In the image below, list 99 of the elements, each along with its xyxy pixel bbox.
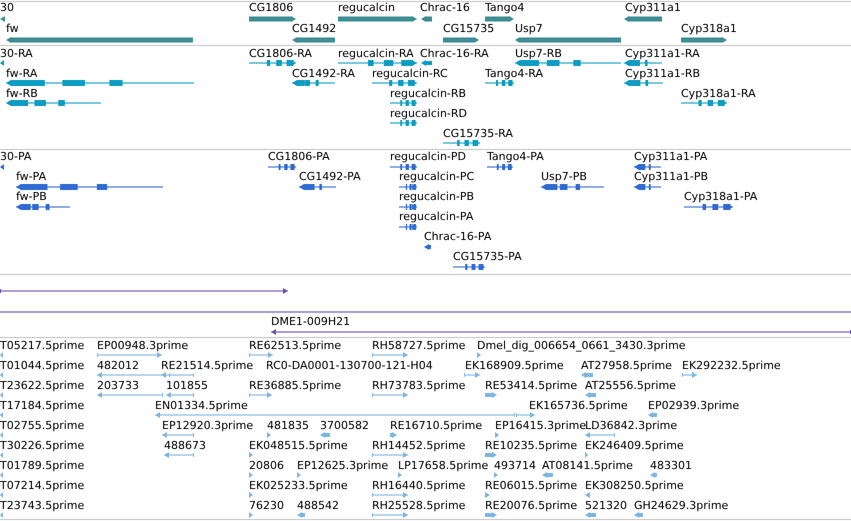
feature-label: regucalcin <box>338 1 395 14</box>
feature-label: Cyp318a1-PA <box>684 190 758 203</box>
feature-label: fw-RA <box>6 67 38 80</box>
feature-label: regucalcin-PA <box>399 210 474 223</box>
feature-label: Usp7 <box>515 22 543 35</box>
feature-label: 483301 <box>650 459 692 472</box>
feature-label: AT25556.5prime <box>585 379 676 392</box>
feature-label: RC0-DA0001-130700-121-H04 <box>266 359 433 372</box>
feature-label: RH14452.5prime <box>372 439 466 452</box>
feature-label: AT27958.5prime <box>581 359 672 372</box>
feature-label: fw-PA <box>16 170 46 183</box>
feature-label: Cyp311a1-PA <box>634 150 708 163</box>
feature-label: CG1806-RA <box>249 47 312 60</box>
feature-label: CG15735-RA <box>443 127 513 140</box>
feature-label: CG15735-PA <box>453 250 522 263</box>
feature-label: T02755.5prime <box>0 419 84 432</box>
feature-label: EP12625.3prime <box>297 459 388 472</box>
feature-label: fw-PB <box>16 190 47 203</box>
feature-label: RH16440.5prime <box>372 479 466 492</box>
feature-label: regucalcin-RD <box>390 107 468 120</box>
feature-label: 30-RA <box>0 47 33 60</box>
feature-label: T23622.5prime <box>0 379 84 392</box>
feature-label: T05217.5prime <box>0 339 84 352</box>
feature-label: RE16710.5prime <box>390 419 482 432</box>
feature-label: Usp7-PB <box>541 170 587 183</box>
feature-label: 101855 <box>166 379 208 392</box>
feature-label: RE53414.5prime <box>485 379 578 392</box>
feature-label: Cyp311a1-RA <box>625 47 700 60</box>
feature-label: T01044.5prime <box>0 359 84 372</box>
feature-label: 3700582 <box>320 419 369 432</box>
feature-label: EP02939.3prime <box>648 399 740 412</box>
feature-label: T23743.5prime <box>0 499 84 512</box>
feature-label: RE21514.5prime <box>161 359 254 372</box>
feature-label: CG1492-PA <box>299 170 361 183</box>
feature-label: EN01334.5prime <box>155 399 248 412</box>
feature-label: 30-PA <box>0 150 32 163</box>
feature-label: RE06015.5prime <box>485 479 578 492</box>
feature-label: 20806 <box>249 459 284 472</box>
feature-label: CG1492-RA <box>292 67 355 80</box>
feature-label: 482012 <box>97 359 139 372</box>
feature-label: Cyp318a1-RA <box>681 87 756 100</box>
feature-label: RE20076.5prime <box>485 499 578 512</box>
feature-label: Cyp318a1 <box>681 22 737 35</box>
feature-label: regucalcin-PC <box>399 170 474 183</box>
feature-label: 488673 <box>164 439 206 452</box>
feature-label: Tango4-RA <box>485 67 544 80</box>
feature-label: T30226.5prime <box>0 439 84 452</box>
feature-label: Usp7-RB <box>515 47 562 60</box>
feature-label: CG1806 <box>249 1 294 14</box>
feature-label: T07214.5prime <box>0 479 84 492</box>
feature-label: CG1492 <box>292 22 336 35</box>
feature-label: Dmel_dig_006654_0661_3430.3prime <box>477 339 686 352</box>
feature-label: Cyp311a1 <box>625 1 681 14</box>
feature-label: regucalcin-RB <box>390 87 466 100</box>
feature-label: EP12920.3prime <box>162 419 254 432</box>
feature-label: AT08141.5prime <box>542 459 633 472</box>
feature-label: regucalcin-PB <box>399 190 474 203</box>
feature-label: 203733 <box>97 379 139 392</box>
feature-label: 493714 <box>494 459 536 472</box>
feature-label: 481835 <box>267 419 309 432</box>
feature-label: Cyp311a1-RB <box>625 67 700 80</box>
feature-label: EK165736.5prime <box>529 399 628 412</box>
feature-label: CG1806-PA <box>268 150 330 163</box>
feature-label: EK308250.5prime <box>585 479 684 492</box>
feature-label: EK025233.5prime <box>249 479 348 492</box>
feature-label: EK246409.5prime <box>585 439 684 452</box>
feature-label: Chrac-16 <box>420 1 470 14</box>
feature-label: regucalcin-RC <box>372 67 448 80</box>
feature-label: 521320 <box>585 499 627 512</box>
feature-label: 76230 <box>249 499 284 512</box>
feature-label: EK292232.5prime <box>682 359 781 372</box>
feature-label: T17184.5prime <box>0 399 84 412</box>
feature-label: RE62513.5prime <box>249 339 342 352</box>
feature-label: 30 <box>0 1 14 14</box>
feature-label: EK168909.5prime <box>465 359 564 372</box>
feature-label: regucalcin-RA <box>338 47 414 60</box>
feature-label: DME1-009H21 <box>271 315 350 328</box>
feature-label: LP17658.5prime <box>398 459 488 472</box>
feature-label: regucalcin-PD <box>390 150 466 163</box>
feature-label: EK048515.5prime <box>249 439 348 452</box>
feature-label: RH58727.5prime <box>372 339 466 352</box>
feature-label: Tango4 <box>485 1 524 14</box>
feature-label: RH25528.5prime <box>372 499 466 512</box>
feature-label: Chrac-16-PA <box>424 230 492 243</box>
feature-label: Tango4-PA <box>487 150 544 163</box>
feature-label: Cyp311a1-PB <box>634 170 708 183</box>
feature-label: GH24629.3prime <box>634 499 728 512</box>
feature-label: LD36842.3prime <box>585 419 678 432</box>
feature-label: T01789.5prime <box>0 459 84 472</box>
feature-label: fw <box>6 22 19 35</box>
feature-label: EP00948.3prime <box>97 339 188 352</box>
feature-label: RH73783.5prime <box>372 379 466 392</box>
feature-label: RE36885.5prime <box>249 379 342 392</box>
feature-label: fw-RB <box>6 87 38 100</box>
feature-label: CG15735 <box>443 22 494 35</box>
feature-label: Chrac-16-RA <box>420 47 489 60</box>
feature-label: 488542 <box>297 499 339 512</box>
feature-label: EP16415.3prime <box>495 419 586 432</box>
feature-label: RE10235.5prime <box>485 439 578 452</box>
